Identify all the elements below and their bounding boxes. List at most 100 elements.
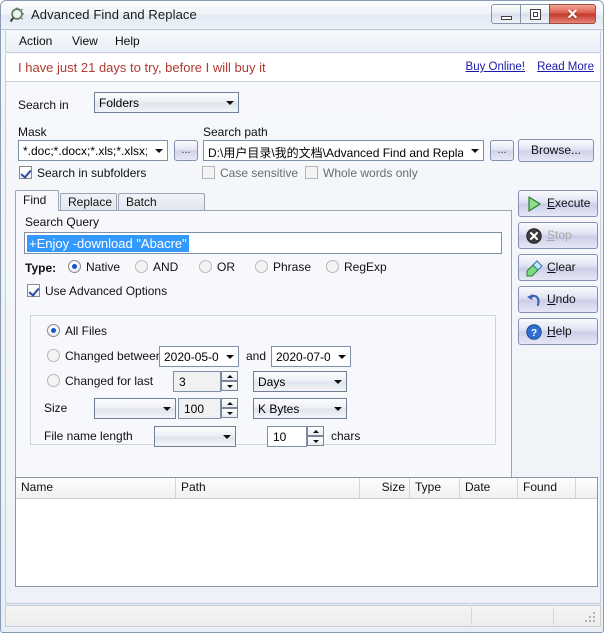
changed-for-last-unit-value: Days [258,375,326,389]
stepper-down-icon[interactable] [307,436,324,446]
chevron-down-icon [334,380,342,384]
menu-help[interactable]: Help [111,34,144,50]
title-bar: Advanced Find and Replace ✕ [1,1,604,30]
type-radio-phrase[interactable] [255,260,268,273]
menu-view[interactable]: View [68,34,102,50]
tab-batch-replace[interactable]: Batch Replace [118,193,205,211]
chars-label: chars [331,429,360,443]
column-header-found[interactable]: Found [518,478,576,498]
chevron-down-icon [226,101,234,105]
minimize-button[interactable] [491,4,521,24]
eraser-icon [525,259,543,277]
file-name-length-amount-input[interactable]: 10 [267,426,307,447]
stepper-up-icon[interactable] [307,426,324,436]
column-header-type[interactable]: Type [410,478,460,498]
search-path-label: Search path [203,125,268,139]
type-radio-regexp[interactable] [326,260,339,273]
size-label: Size [44,401,67,415]
search-path-combo[interactable]: D:\用户目录\我的文档\Advanced Find and Replace [203,140,484,161]
chevron-down-icon [471,149,479,153]
changed-between-from-value: 2020-05-02 [164,350,218,364]
trial-message: I have just 21 days to try, before I wil… [18,60,266,75]
mask-browse-button[interactable]: ... [174,140,198,161]
clear-button-label: Clear [547,260,576,274]
filter-radio-changed-for-last[interactable] [47,374,60,387]
column-header-size[interactable]: Size [360,478,410,498]
type-label-and: AND [153,260,178,274]
stop-icon [525,227,543,245]
type-radio-or[interactable] [199,260,212,273]
type-radio-native[interactable] [68,260,81,273]
size-unit-value: K Bytes [258,402,326,416]
execute-button-label: Execute [547,196,590,210]
column-header-date[interactable]: Date [460,478,518,498]
resize-grip-icon[interactable] [585,612,597,624]
mask-combo[interactable]: *.doc;*.docx;*.xls;*.xlsx;*.h [18,140,168,161]
search-query-combo[interactable]: +Enjoy -download "Abacre" [24,232,502,254]
file-name-length-stepper[interactable] [307,426,324,447]
changed-for-last-unit-combo[interactable]: Days [253,371,347,392]
results-list[interactable]: Name Path Size Type Date Found [15,477,598,587]
size-unit-combo[interactable]: K Bytes [253,398,347,419]
changed-for-last-stepper[interactable] [221,371,238,392]
maximize-icon [521,5,549,23]
case-sensitive-checkbox[interactable] [202,166,215,179]
buy-online-link[interactable]: Buy Online! [466,61,525,73]
stop-button[interactable]: Stop [518,222,598,249]
status-pane-1 [7,607,471,625]
type-radio-and[interactable] [135,260,148,273]
menu-action[interactable]: Action [15,34,56,50]
help-button-label: Help [547,324,572,338]
clear-button[interactable]: Clear [518,254,598,281]
whole-words-checkbox[interactable] [305,166,318,179]
search-path-browse-dots-button[interactable]: ... [490,140,514,161]
search-query-value: +Enjoy -download "Abacre" [27,235,189,252]
filter-radio-all-files[interactable] [47,324,60,337]
and-label: and [246,349,266,363]
magnifier-icon [9,7,27,25]
help-button[interactable]: ? Help [518,318,598,345]
whole-words-label: Whole words only [323,166,418,180]
browse-button[interactable]: Browse... [518,139,594,162]
changed-between-from-combo[interactable]: 2020-05-02 [159,346,239,367]
chevron-down-icon [226,355,234,359]
use-advanced-options-checkbox[interactable] [27,284,40,297]
chevron-down-icon [223,435,231,439]
chevron-down-icon [338,355,346,359]
stepper-up-icon[interactable] [221,371,238,381]
results-header-row: Name Path Size Type Date Found [16,478,597,499]
file-name-length-operator-combo[interactable] [154,426,236,447]
tab-find[interactable]: Find [15,190,59,211]
search-in-combo[interactable]: Folders [94,92,239,113]
search-in-label: Search in [18,98,69,112]
undo-button[interactable]: Undo [518,286,598,313]
close-button[interactable]: ✕ [549,4,596,24]
size-amount-value: 100 [184,402,204,416]
search-query-label: Search Query [25,215,99,229]
filter-radio-changed-between[interactable] [47,349,60,362]
type-label-regexp: RegExp [344,260,387,274]
chevron-down-icon [155,149,163,153]
tab-replace[interactable]: Replace [60,193,117,211]
search-subfolders-checkbox[interactable] [19,166,32,179]
search-subfolders-label: Search in subfolders [37,166,146,180]
size-amount-input[interactable]: 100 [178,398,221,419]
changed-between-to-combo[interactable]: 2020-07-02 [271,346,351,367]
size-stepper[interactable] [221,398,238,419]
execute-button[interactable]: Execute [518,190,598,217]
column-header-path[interactable]: Path [176,478,360,498]
maximize-button[interactable] [520,4,550,24]
window-title: Advanced Find and Replace [31,7,197,22]
column-header-name[interactable]: Name [16,478,176,498]
size-operator-combo[interactable] [94,398,176,419]
filter-label-changed-for-last: Changed for last [65,374,153,388]
stepper-down-icon[interactable] [221,408,238,418]
play-icon [525,195,543,213]
mask-value: *.doc;*.docx;*.xls;*.xlsx;*.h [23,144,147,158]
chevron-down-icon [163,407,171,411]
status-bar [5,605,601,627]
read-more-link[interactable]: Read More [537,61,594,73]
stepper-down-icon[interactable] [221,381,238,391]
changed-for-last-amount-input[interactable]: 3 [173,371,221,392]
stepper-up-icon[interactable] [221,398,238,408]
